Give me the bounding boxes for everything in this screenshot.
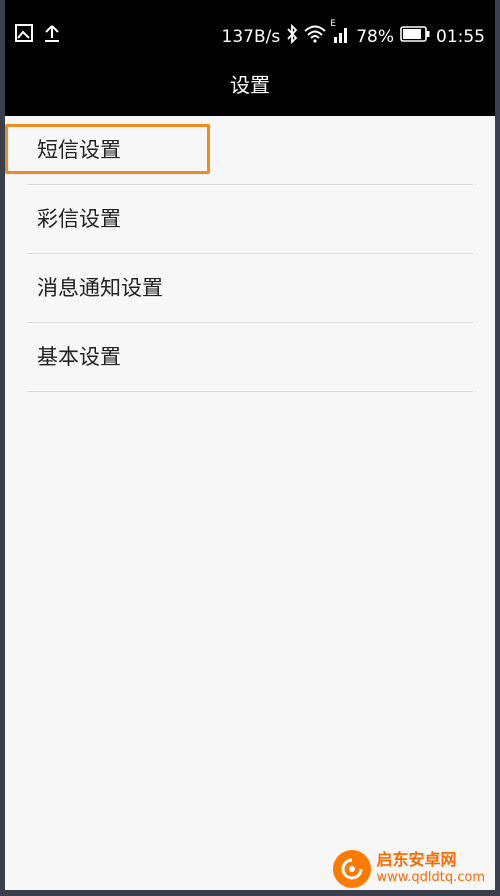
gallery-icon	[15, 24, 33, 46]
clock: 01:55	[436, 26, 485, 47]
settings-item-label: 彩信设置	[37, 207, 121, 231]
watermark-logo-icon	[332, 850, 371, 888]
watermark: 启东安卓网 www.qdldtq.com	[332, 850, 485, 888]
status-bar: 137B/s E 78% 01:55	[5, 0, 495, 60]
watermark-title: 启东安卓网	[376, 850, 457, 869]
bluetooth-icon	[286, 23, 298, 49]
network-speed: 137B/s	[221, 26, 281, 47]
network-type: E	[330, 19, 336, 29]
settings-item-label: 消息通知设置	[37, 276, 163, 300]
settings-item-label: 基本设置	[37, 345, 121, 369]
upload-icon	[43, 24, 61, 46]
page-title: 设置	[5, 60, 495, 116]
watermark-url: www.qdldtq.com	[376, 870, 485, 885]
settings-item-mms[interactable]: 彩信设置	[27, 185, 473, 254]
settings-item-notification[interactable]: 消息通知设置	[27, 254, 473, 323]
signal-icon: E	[330, 19, 350, 48]
settings-item-general[interactable]: 基本设置	[27, 323, 473, 392]
settings-list: 短信设置 彩信设置 消息通知设置 基本设置	[5, 116, 495, 392]
highlight-box	[5, 124, 210, 174]
wifi-icon	[304, 25, 326, 48]
battery-percent: 78%	[356, 26, 394, 47]
phone-screen: 137B/s E 78% 01:55 设置 短信设置 彩信设置 消息通知设置 基…	[5, 0, 495, 890]
battery-icon	[400, 26, 430, 47]
